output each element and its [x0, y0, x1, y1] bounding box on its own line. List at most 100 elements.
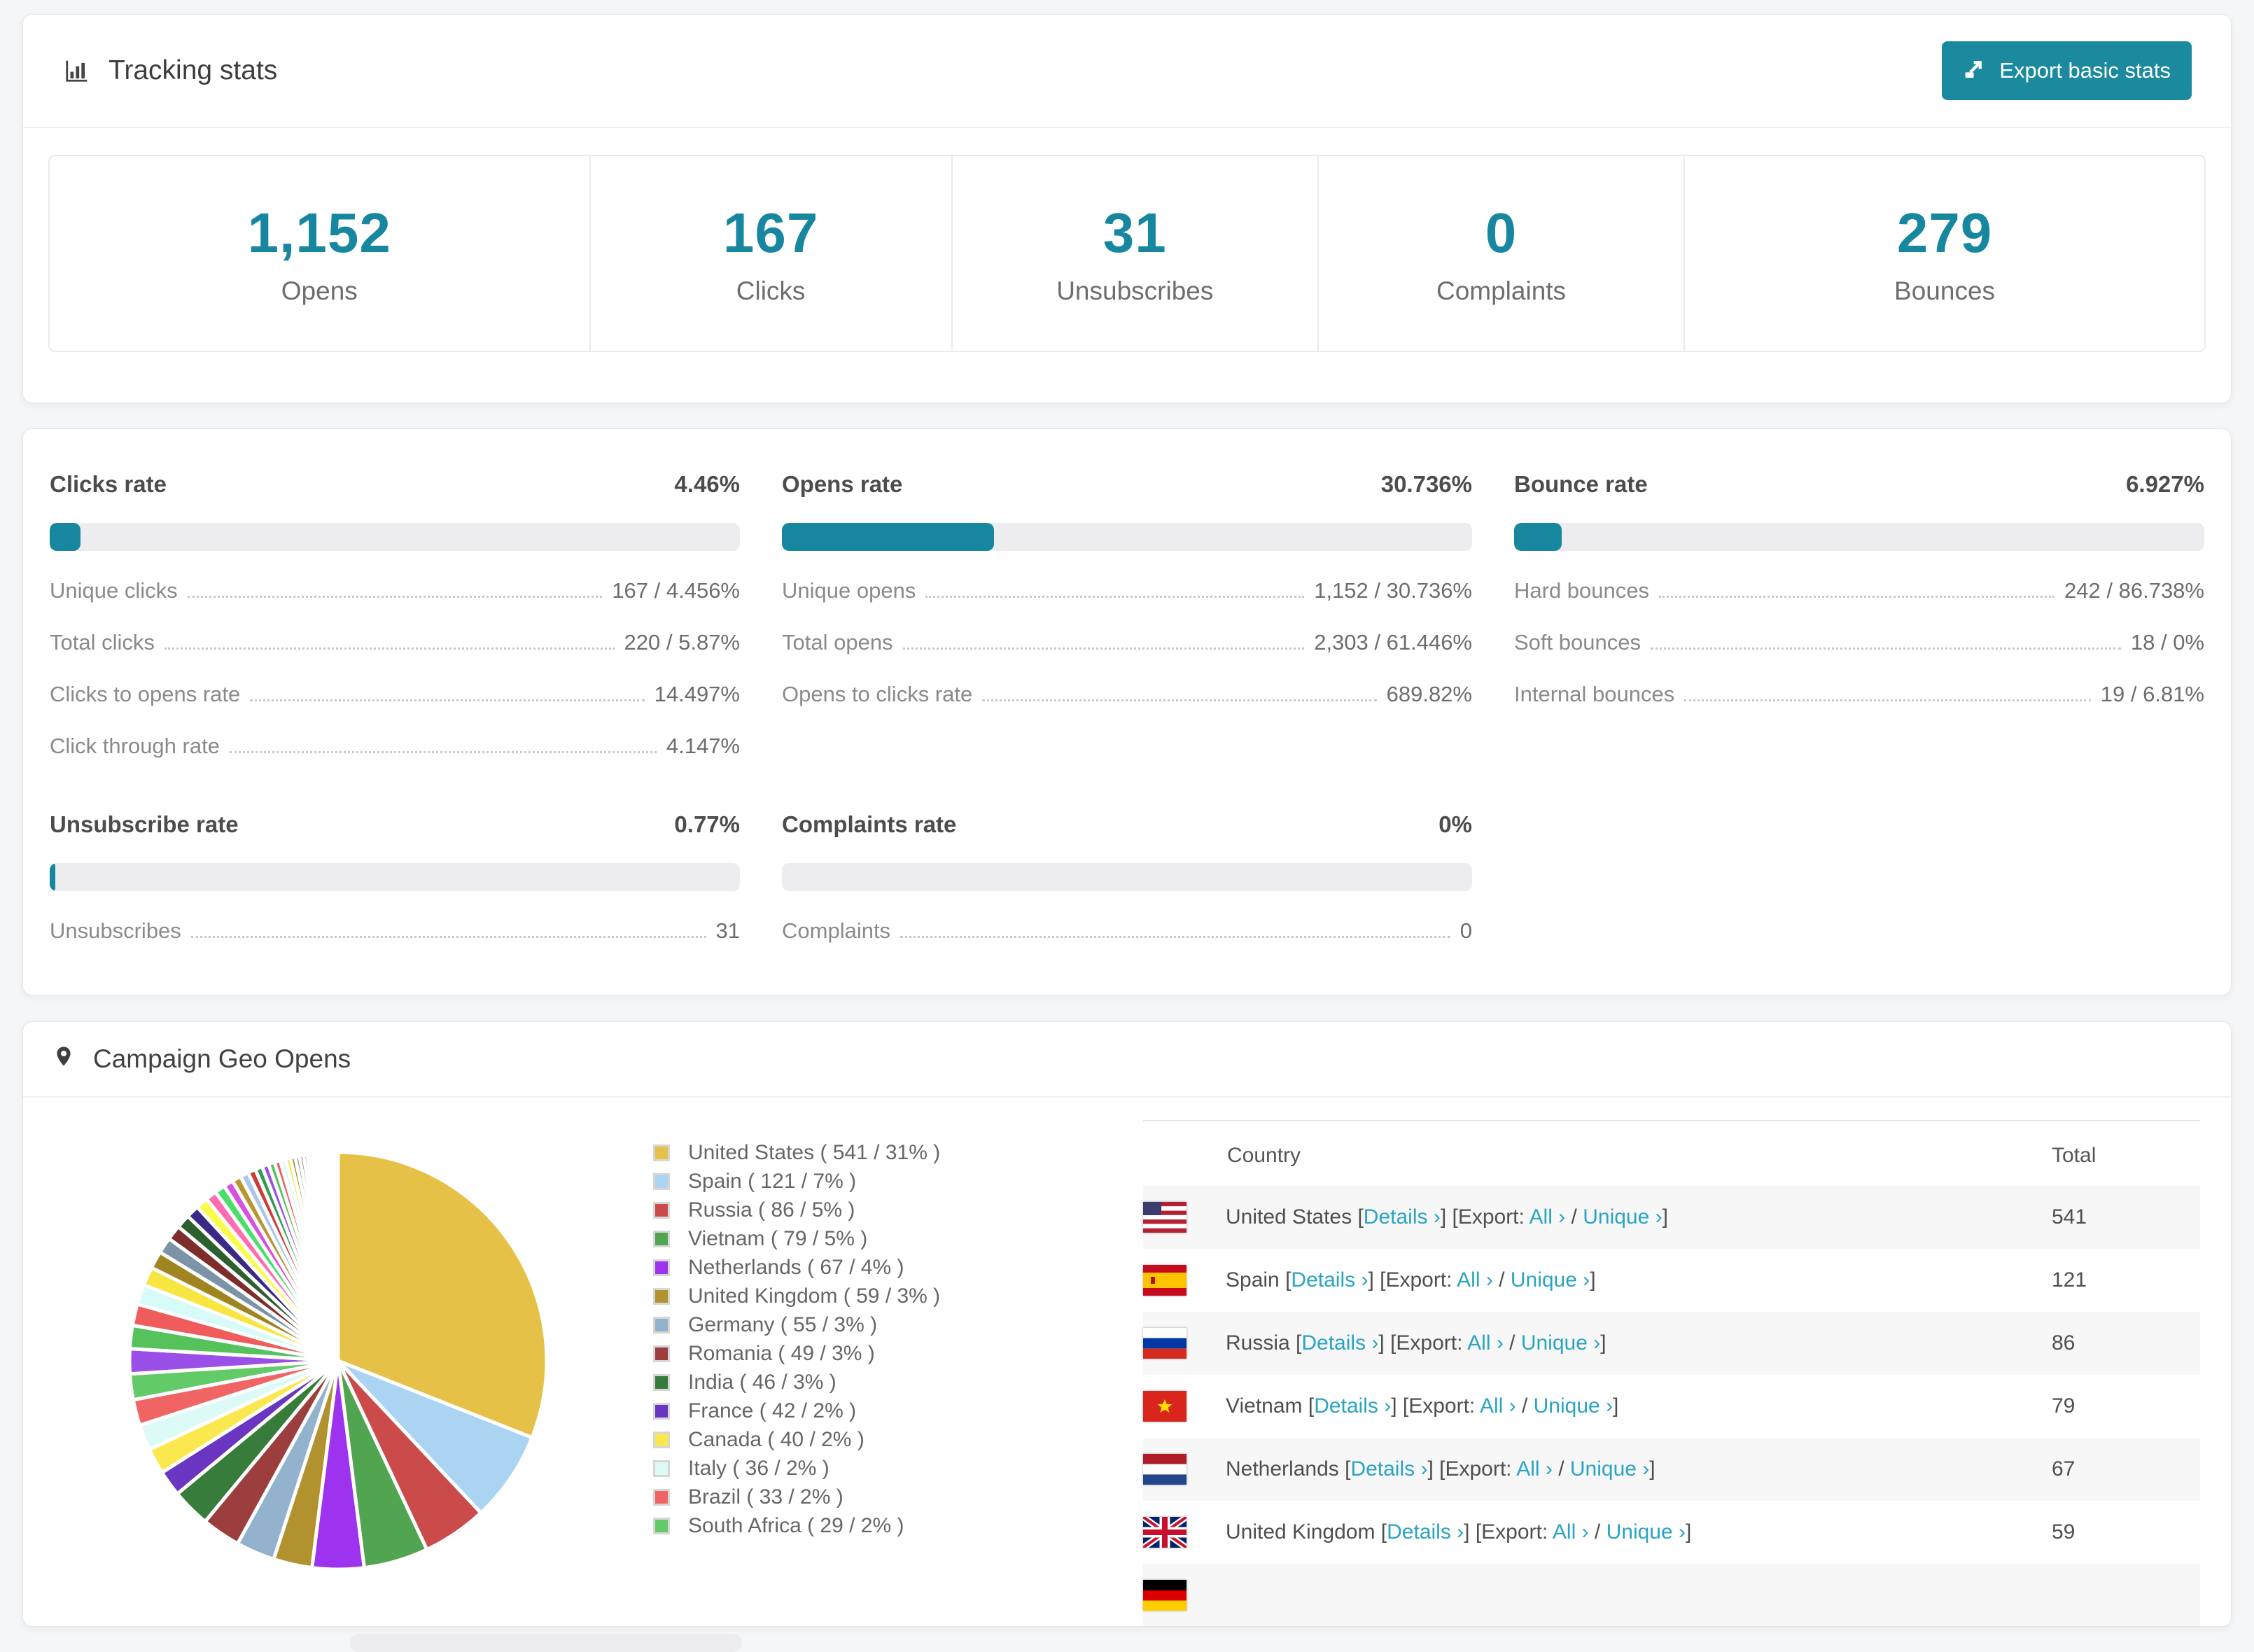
export-all-link[interactable]: All › [1530, 1205, 1566, 1228]
export-unique-link[interactable]: Unique › [1534, 1394, 1613, 1418]
dotted-leader [229, 751, 657, 754]
rate-stat-label: Opens to clicks rate [782, 682, 973, 707]
summary-label: Opens [281, 276, 358, 305]
rate-value: 4.46% [674, 471, 740, 497]
rate-progress-track [50, 863, 740, 892]
rate-stat-row: Total opens 2,303 / 61.446% [782, 630, 1472, 654]
country-cell: United States [Details ›] [Export: All ›… [1143, 1186, 2052, 1249]
details-link[interactable]: Details › [1387, 1520, 1464, 1544]
rate-stat-row: Unique opens 1,152 / 30.736% [782, 578, 1472, 603]
export-basic-stats-button[interactable]: Export basic stats [1942, 41, 2192, 100]
export-unique-link[interactable]: Unique › [1511, 1268, 1590, 1292]
details-link[interactable]: Details › [1350, 1457, 1427, 1480]
rate-rows: Hard bounces 242 / 86.738% Soft bounces 18 … [1514, 578, 2204, 706]
export-all-link[interactable]: All › [1553, 1520, 1589, 1544]
total-cell: 59 [2052, 1520, 2076, 1544]
legend-item: India ( 46 / 3% ) [653, 1368, 1143, 1396]
geo-content: United States ( 541 / 31% ) Spain ( 121 /… [23, 1098, 2231, 1627]
rate-title: Complaints rate [782, 811, 957, 838]
ru-flag-icon [1143, 1328, 1186, 1359]
legend-swatch [653, 1488, 670, 1506]
details-link[interactable]: Details › [1291, 1268, 1368, 1292]
geo-table-row: Spain [Details ›] [Export: All › / Uniqu… [1143, 1249, 2200, 1312]
rate-stat-row: Hard bounces 242 / 86.738% [1514, 578, 2204, 603]
rate-stat-value: 220 / 5.87% [624, 630, 740, 655]
legend-swatch [653, 1230, 670, 1247]
legend-swatch [653, 1431, 670, 1448]
export-unique-link[interactable]: Unique › [1583, 1205, 1662, 1228]
rate-block-complaints-rate: Complaints rate 0% Complaints 0 [782, 811, 1472, 943]
rate-progress-fill [50, 863, 55, 892]
dotted-leader [164, 648, 615, 650]
export-all-link[interactable]: All › [1516, 1457, 1553, 1480]
legend-item: Romania ( 49 / 3% ) [653, 1339, 1143, 1368]
details-link[interactable]: Details › [1314, 1394, 1391, 1418]
rate-stat-value: 1,152 / 30.736% [1314, 578, 1472, 603]
export-unique-link[interactable]: Unique › [1570, 1457, 1649, 1480]
dotted-leader [1684, 699, 2091, 702]
rate-stat-row: Click through rate 4.147% [50, 734, 740, 758]
country-line: United Kingdom [Details ›] [Export: All … [1226, 1520, 1692, 1544]
summary-label: Clicks [736, 276, 806, 305]
gb-flag-icon [1143, 1517, 1186, 1548]
export-unique-link[interactable]: Unique › [1521, 1331, 1600, 1354]
summary-value: 167 [722, 202, 819, 264]
geo-table-row-partial [1143, 1564, 2200, 1627]
rate-block-clicks-rate: Clicks rate 4.46% Unique clicks 167 / 4.456… [50, 471, 740, 758]
legend-label: France ( 42 / 2% ) [688, 1399, 857, 1422]
dotted-leader [187, 596, 603, 598]
legend-swatch [653, 1201, 670, 1219]
rate-stat-row: Unsubscribes 31 [50, 919, 740, 943]
rate-stat-label: Total clicks [50, 630, 155, 655]
rate-progress-fill [782, 523, 995, 551]
legend-label: Germany ( 55 / 3% ) [688, 1312, 878, 1336]
total-cell: 67 [2052, 1457, 2076, 1481]
legend-swatch [653, 1517, 670, 1534]
geo-opens-card: Campaign Geo Opens United States ( 541 /… [22, 1021, 2232, 1628]
legend-item: Germany ( 55 / 3% ) [653, 1310, 1143, 1339]
rate-rows: Complaints 0 [782, 919, 1472, 943]
rate-stat-value: 4.147% [666, 734, 740, 759]
legend-item: Canada ( 40 / 2% ) [653, 1425, 1143, 1454]
rate-progress-fill [1514, 523, 1562, 551]
country-cell: Spain [Details ›] [Export: All › / Uniqu… [1143, 1249, 2052, 1312]
export-all-link[interactable]: All › [1467, 1331, 1504, 1354]
rate-progress-track [782, 523, 1472, 551]
country-line: United States [Details ›] [Export: All ›… [1226, 1205, 1668, 1229]
rate-stat-row: Clicks to opens rate 14.497% [50, 682, 740, 706]
rate-stat-row: Internal bounces 19 / 6.81% [1514, 682, 2204, 706]
rate-stat-label: Unsubscribes [50, 918, 181, 944]
legend-swatch [653, 1259, 670, 1276]
es-flag-icon [1143, 1265, 1186, 1296]
export-unique-link[interactable]: Unique › [1606, 1520, 1686, 1544]
export-all-link[interactable]: All › [1480, 1394, 1516, 1418]
rate-rows: Unsubscribes 31 [50, 919, 740, 943]
rate-stat-row: Opens to clicks rate 689.82% [782, 682, 1472, 706]
rates-card: Clicks rate 4.46% Unique clicks 167 / 4.456… [22, 428, 2232, 996]
country-line: Vietnam [Details ›] [Export: All › / Uni… [1226, 1394, 1619, 1418]
legend-label: Russia ( 86 / 5% ) [688, 1198, 855, 1222]
rate-title: Opens rate [782, 471, 903, 497]
nl-flag-icon [1143, 1454, 1186, 1485]
summary-label: Complaints [1436, 276, 1567, 305]
legend-item: Spain ( 121 / 7% ) [653, 1167, 1143, 1196]
total-cell: 541 [2052, 1205, 2087, 1229]
legend-item: United States ( 541 / 31% ) [653, 1138, 1143, 1167]
details-link[interactable]: Details › [1364, 1205, 1441, 1228]
rate-stat-value: 19 / 6.81% [2100, 682, 2204, 707]
rate-stat-row: Total clicks 220 / 5.87% [50, 630, 740, 655]
export-button-label: Export basic stats [1999, 58, 2171, 83]
summary-label: Unsubscribes [1056, 276, 1214, 305]
total-cell: 86 [2052, 1331, 2076, 1355]
scrollbar-artifact [350, 1634, 742, 1652]
rate-block-opens-rate: Opens rate 30.736% Unique opens 1,152 / 30.… [782, 471, 1472, 758]
details-link[interactable]: Details › [1301, 1331, 1378, 1354]
dotted-leader [1650, 648, 2121, 650]
summary-value: 0 [1485, 202, 1518, 264]
export-all-link[interactable]: All › [1457, 1268, 1493, 1292]
summary-cell-bounces: 279 Bounces [1685, 156, 2204, 351]
total-cell [2052, 1564, 2200, 1626]
rate-value: 6.927% [2126, 471, 2204, 497]
rate-stat-value: 18 / 0% [2130, 630, 2204, 655]
legend-item: United Kingdom ( 59 / 3% ) [653, 1282, 1143, 1310]
